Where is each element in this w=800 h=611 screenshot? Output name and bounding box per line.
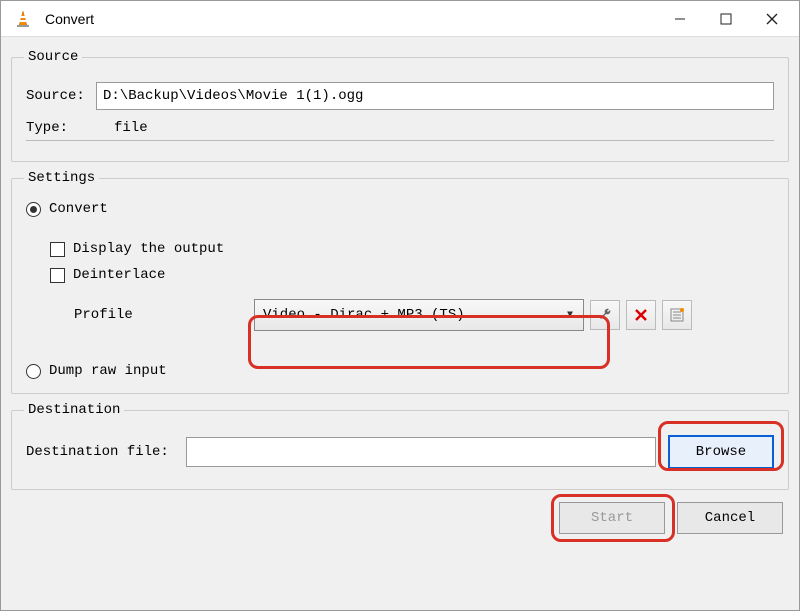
cancel-label: Cancel xyxy=(705,510,755,526)
source-input[interactable] xyxy=(96,82,774,110)
convert-radio[interactable]: Convert xyxy=(26,201,774,217)
settings-legend: Settings xyxy=(24,170,99,186)
wrench-icon xyxy=(597,307,613,323)
dump-radio[interactable]: Dump raw input xyxy=(26,363,774,379)
browse-label: Browse xyxy=(696,444,746,460)
convert-label: Convert xyxy=(49,201,108,217)
minimize-button[interactable] xyxy=(657,1,703,37)
new-profile-button[interactable] xyxy=(662,300,692,330)
deinterlace-label: Deinterlace xyxy=(73,267,165,283)
vlc-cone-icon xyxy=(13,9,33,29)
profile-value: Video - Dirac + MP3 (TS) xyxy=(263,307,465,323)
edit-profile-button[interactable] xyxy=(590,300,620,330)
destination-group: Destination Destination file: Browse xyxy=(11,410,789,490)
checkbox-icon xyxy=(50,268,65,283)
profile-select[interactable]: Video - Dirac + MP3 (TS) xyxy=(254,299,584,331)
display-output-label: Display the output xyxy=(73,241,224,257)
close-button[interactable] xyxy=(749,1,795,37)
destination-file-input[interactable] xyxy=(186,437,656,467)
profile-label: Profile xyxy=(74,307,254,323)
delete-profile-button[interactable] xyxy=(626,300,656,330)
titlebar: Convert xyxy=(1,1,799,37)
maximize-button[interactable] xyxy=(703,1,749,37)
settings-group: Settings Convert Display the output Dein… xyxy=(11,178,789,394)
list-icon xyxy=(669,307,685,323)
destination-legend: Destination xyxy=(24,402,124,418)
display-output-checkbox[interactable]: Display the output xyxy=(50,241,774,257)
deinterlace-checkbox[interactable]: Deinterlace xyxy=(50,267,774,283)
type-label: Type: xyxy=(26,120,96,136)
type-value: file xyxy=(114,120,148,136)
delete-icon xyxy=(634,308,648,322)
source-group: Source Source: Type: file xyxy=(11,57,789,162)
start-button[interactable]: Start xyxy=(559,502,665,534)
start-label: Start xyxy=(591,510,633,526)
window-title: Convert xyxy=(45,11,94,27)
window-controls xyxy=(657,1,795,37)
radio-icon xyxy=(26,202,41,217)
checkbox-icon xyxy=(50,242,65,257)
source-legend: Source xyxy=(24,49,82,65)
browse-button[interactable]: Browse xyxy=(668,435,774,469)
radio-icon xyxy=(26,364,41,379)
cancel-button[interactable]: Cancel xyxy=(677,502,783,534)
dump-label: Dump raw input xyxy=(49,363,167,379)
destination-file-label: Destination file: xyxy=(26,444,186,460)
source-label: Source: xyxy=(26,88,96,104)
